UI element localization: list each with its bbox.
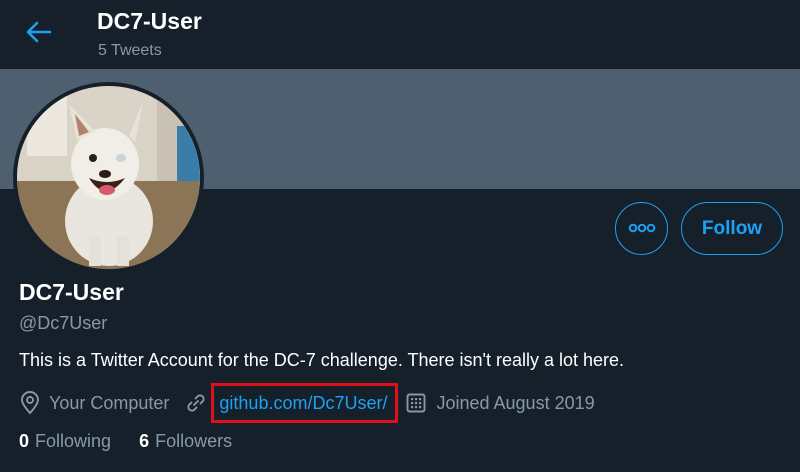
avatar[interactable] [13,82,204,273]
back-button[interactable] [19,14,59,54]
location-icon [19,391,41,415]
followers-count-link[interactable]: 6 Followers [139,431,232,452]
follow-button[interactable]: Follow [681,202,783,255]
url-highlight-box: github.com/Dc7User/ [211,383,399,423]
display-name: DC7-User [19,279,124,305]
profile-header: DC7-User 5 Tweets [0,0,800,69]
joined-date: Joined August 2019 [436,392,595,413]
following-label: Following [35,431,112,451]
link-icon [185,392,207,414]
header-title: DC7-User [97,8,202,34]
profile-url-link[interactable]: github.com/Dc7User/ [219,393,387,414]
calendar-icon [405,392,427,414]
tweet-count: 5 Tweets [98,42,162,59]
followers-count: 6 [139,431,150,451]
location-text: Your Computer [49,392,170,413]
avatar-dog-image [17,86,200,269]
back-arrow-icon [26,21,52,48]
follow-counts: 0 Following 6 Followers [19,431,232,452]
more-options-button[interactable] [615,202,668,255]
user-handle: @Dc7User [19,313,108,333]
following-count: 0 [19,431,30,451]
user-bio: This is a Twitter Account for the DC-7 c… [19,350,625,370]
followers-label: Followers [155,431,233,451]
following-count-link[interactable]: 0 Following [19,431,111,452]
more-icon [628,220,656,238]
profile-meta: Your Computer github.com/Dc7User/ Joined… [19,383,595,423]
